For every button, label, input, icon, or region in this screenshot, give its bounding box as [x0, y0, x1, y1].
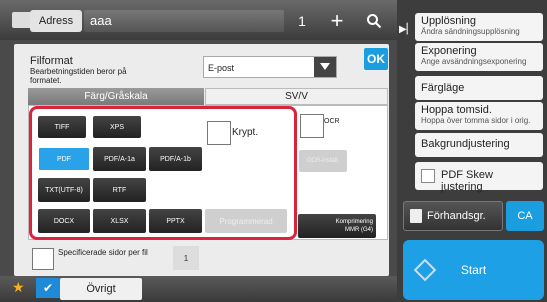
other-button[interactable]: Övrigt: [60, 278, 142, 300]
preview-label: Förhandsgr.: [427, 210, 486, 222]
pdf-skew-title: PDF Skew justering: [441, 169, 493, 193]
compression-button[interactable]: Komprimering MMR (G4): [298, 214, 376, 238]
exposure-button[interactable]: Exponering Ange avsändningsexponering: [415, 43, 543, 71]
color-mode-title: Färgläge: [421, 82, 465, 94]
ok-button[interactable]: OK: [364, 48, 388, 70]
resolution-button[interactable]: Upplösning Ändra sändningsupplösning: [415, 13, 543, 41]
skip-blank-title: Hoppa tomsid.: [421, 104, 492, 116]
exposure-title: Exponering: [421, 45, 477, 57]
address-count: 1: [298, 13, 306, 29]
favorite-star-icon[interactable]: ★: [12, 279, 25, 296]
resolution-sub: Ändra sändningsupplösning: [421, 27, 520, 36]
address-button[interactable]: Adress: [30, 10, 82, 32]
skip-blank-sub: Hoppa över tomma sidor i orig.: [421, 116, 531, 125]
background-adjust-button[interactable]: Bakgrundjustering: [415, 133, 543, 157]
tab-color-grayscale[interactable]: Färg/Gråskala: [28, 88, 204, 105]
exposure-sub: Ange avsändningsexponering: [421, 57, 527, 66]
dropdown-button[interactable]: [314, 57, 336, 77]
background-adjust-title: Bakgrundjustering: [421, 138, 510, 150]
pdf-skew-checkbox[interactable]: [421, 169, 435, 183]
ocr-checkbox[interactable]: [300, 114, 324, 138]
search-button[interactable]: [358, 8, 390, 34]
specified-pages-checkbox[interactable]: [32, 248, 54, 270]
file-format-subtitle: Bearbetningstiden beror på formatet.: [30, 67, 127, 85]
compression-value: MMR (G4): [345, 227, 373, 233]
start-button[interactable]: Start: [403, 240, 544, 300]
resolution-title: Upplösning: [421, 15, 477, 27]
ca-button[interactable]: CA: [506, 201, 544, 231]
file-format-title: Filformat: [30, 55, 73, 67]
ocr-settings-button[interactable]: OCR-inställ.: [299, 150, 347, 172]
color-mode-button[interactable]: Färgläge: [415, 76, 543, 100]
specified-pages-label: Specificerade sidor per fil: [58, 248, 148, 257]
preview-icon: [410, 209, 422, 223]
tab-bw[interactable]: SV/V: [205, 88, 388, 105]
collapse-panel-icon[interactable]: ▶▏: [399, 24, 415, 40]
specified-pages-input[interactable]: 1: [173, 246, 199, 270]
start-label: Start: [460, 263, 487, 277]
skip-blank-button[interactable]: Hoppa tomsid. Hoppa över tomma sidor i o…: [415, 102, 543, 130]
address-input[interactable]: aaa: [84, 10, 284, 32]
add-address-button[interactable]: +: [322, 8, 352, 34]
search-icon: [367, 14, 382, 29]
compression-label: Komprimering: [335, 219, 373, 225]
highlight-frame: [29, 106, 297, 240]
start-icon: [413, 258, 437, 282]
checkmark-icon[interactable]: ✔: [36, 278, 60, 298]
preview-button[interactable]: Förhandsgr.: [403, 201, 503, 231]
ocr-label: OCR: [324, 118, 340, 125]
chevron-down-icon: [320, 63, 330, 70]
